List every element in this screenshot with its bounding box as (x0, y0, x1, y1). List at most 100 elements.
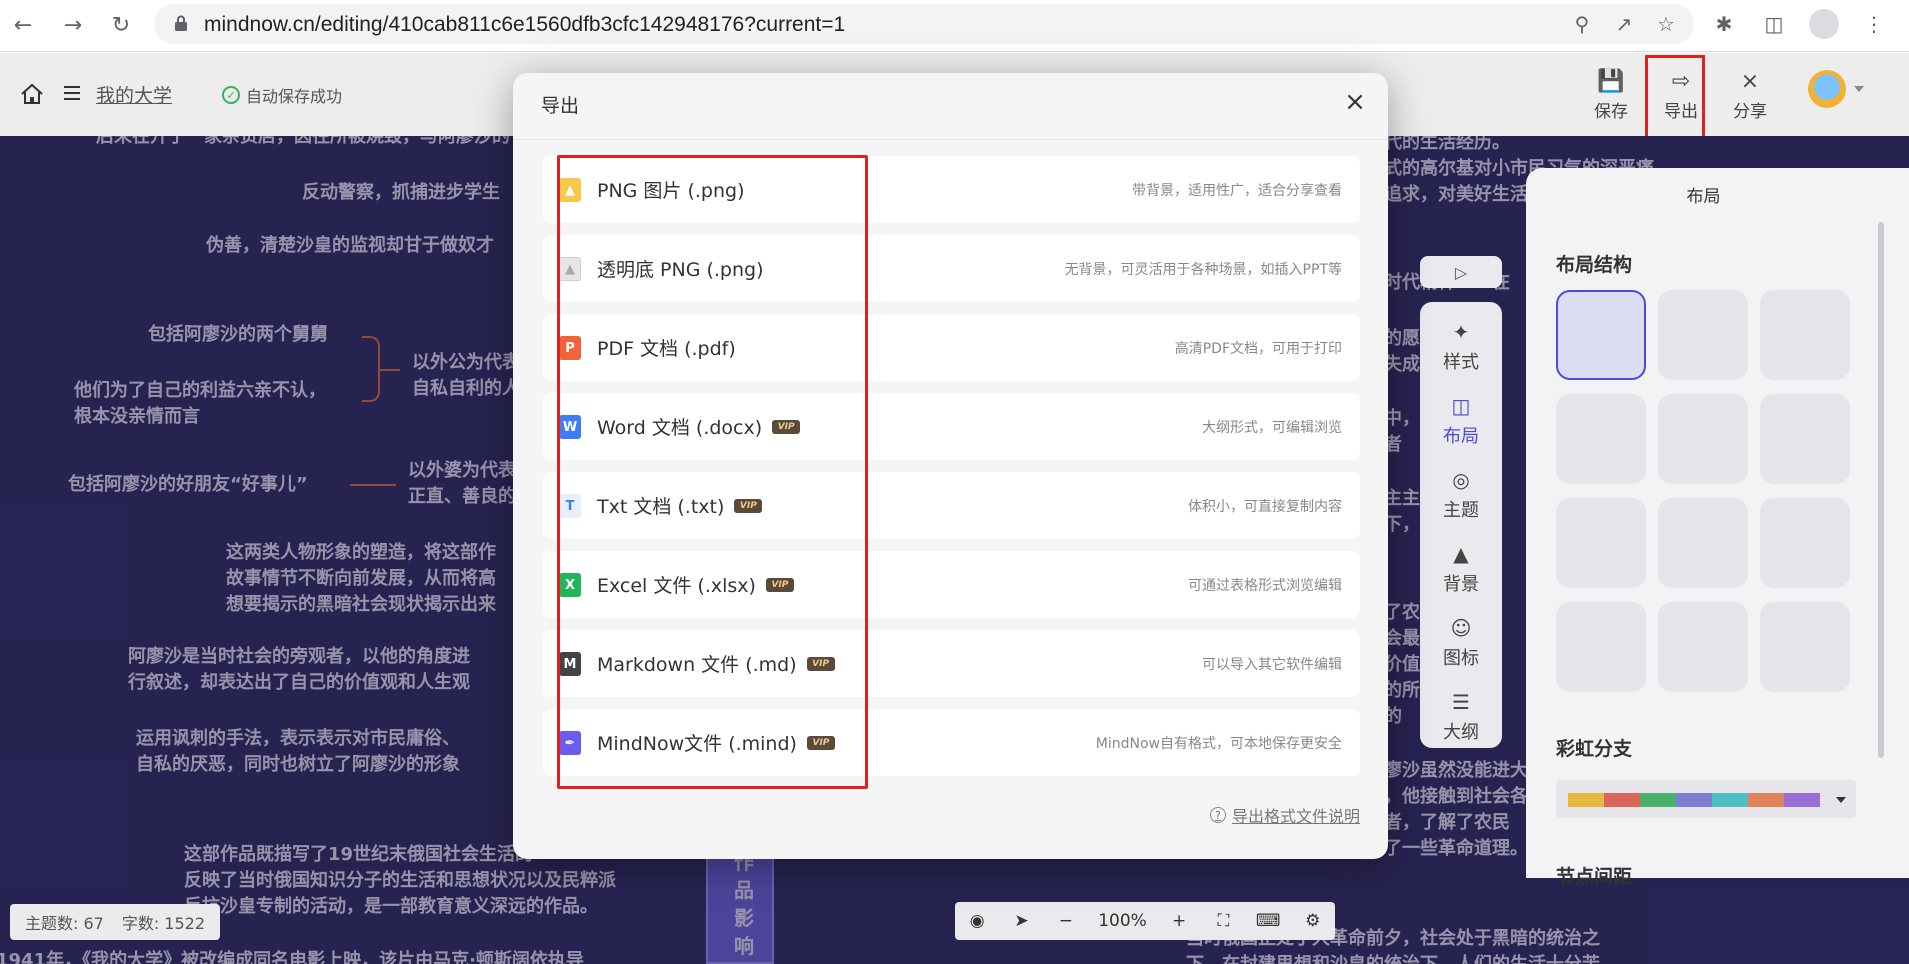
dialog-title: 导出 (541, 95, 580, 117)
toolbar-label: 背景 (1443, 574, 1479, 595)
browser-chrome: ← → ↻ mindnow.cn/editing/410cab811c6e156… (0, 0, 1909, 52)
toolbar-label: 图标 (1443, 648, 1479, 669)
share-icon: ⨯ (1740, 68, 1760, 94)
toolbar-item-background[interactable]: ▲ 背景 (1420, 538, 1502, 608)
layout-option-circle[interactable] (1760, 498, 1850, 588)
collapse-icon: ▷ (1454, 262, 1468, 282)
layout-option-mindmap[interactable] (1556, 290, 1646, 380)
rainbow-color-bar (1568, 793, 1820, 807)
option-description: 可以导入其它软件编辑 (1202, 657, 1342, 673)
keyboard-icon[interactable]: ⌨ (1256, 911, 1281, 931)
toolbar-label: 主题 (1443, 500, 1479, 521)
help-icon: ? (1209, 807, 1226, 823)
save-label: 保存 (1594, 102, 1628, 122)
panel-title: 布局 (1686, 187, 1721, 207)
address-bar[interactable]: mindnow.cn/editing/410cab811c6e1560dfb3c… (154, 4, 1694, 44)
layout-option-radial[interactable] (1658, 498, 1748, 588)
rainbow-branch-select[interactable] (1556, 780, 1856, 818)
zoom-toolbar: ◉ ➤ − 100% + ⛶ ⌨ ⚙ (955, 902, 1335, 940)
export-help-link[interactable]: ? 导出格式文件说明 (1209, 803, 1360, 827)
share-button[interactable]: ⨯ 分享 (1722, 65, 1778, 129)
profile-icon[interactable] (1809, 9, 1839, 39)
toolbar-item-style[interactable]: ✦ 样式 (1420, 316, 1502, 386)
toolbar-item-theme[interactable]: ◎ 主题 (1420, 464, 1502, 534)
layout-option-right[interactable] (1658, 290, 1748, 380)
autosave-status: ✓ 自动保存成功 (222, 83, 342, 107)
rainbow-swatch (1712, 793, 1748, 807)
layout-icon: ◫ (1451, 394, 1471, 418)
emoji-icon: ☺ (1450, 616, 1472, 640)
node-spacing-heading: 节点间距 (1556, 866, 1633, 888)
toolbar-item-layout[interactable]: ◫ 布局 (1420, 390, 1502, 460)
option-description: MindNow自有格式，可本地保存更安全 (1095, 736, 1342, 752)
save-icon: 💾 (1597, 68, 1625, 94)
doc-title[interactable]: 我的大学 (96, 81, 172, 108)
topic-count: 主题数: 67 (24, 914, 104, 933)
panel-scrollbar[interactable] (1878, 222, 1884, 758)
layout-option-linear[interactable] (1760, 602, 1850, 692)
autosave-text: 自动保存成功 (246, 87, 343, 106)
toolbar-item-outline[interactable]: ☰ 大纲 (1420, 686, 1502, 756)
style-icon: ✦ (1452, 320, 1470, 344)
export-highlight-box (1645, 55, 1705, 139)
extensions-icon[interactable]: ✱ (1709, 9, 1739, 39)
forward-arrow-icon[interactable]: → (56, 8, 90, 42)
rainbow-swatch (1748, 793, 1784, 807)
settings-icon[interactable]: ⚙ (1301, 911, 1325, 931)
theme-icon: ◎ (1452, 468, 1470, 492)
chevron-down-icon (1836, 797, 1846, 803)
avatar[interactable] (1808, 70, 1846, 108)
toolbar-item-icon[interactable]: ☺ 图标 (1420, 612, 1502, 682)
fullscreen-icon[interactable]: ⛶ (1212, 911, 1236, 931)
browser-menu-icon[interactable]: ⋮ (1859, 9, 1889, 39)
layout-option-fishbone[interactable] (1760, 290, 1850, 380)
collapse-panel-button[interactable]: ▷ (1420, 256, 1502, 288)
layout-option-org-down[interactable] (1556, 394, 1646, 484)
bookmark-star-icon[interactable]: ☆ (1652, 12, 1680, 36)
back-arrow-icon[interactable]: ← (6, 8, 40, 42)
layout-option-timeline[interactable] (1556, 498, 1646, 588)
rainbow-swatch (1676, 793, 1712, 807)
zoom-out-button[interactable]: − (1054, 911, 1078, 931)
share-page-icon[interactable]: ↗ (1610, 12, 1638, 36)
mouse-mode-icon[interactable]: ◉ (965, 911, 989, 931)
export-dialog: 导出 × ▲ PNG 图片 (.png) 带背景，适用性广，适合分享查看 ▲ 透… (513, 73, 1388, 859)
divider (513, 139, 1388, 140)
sidepanel-icon[interactable]: ◫ (1759, 9, 1789, 39)
reload-icon[interactable]: ↻ (104, 8, 138, 42)
home-icon[interactable] (20, 83, 44, 105)
option-description: 带背景，适用性广，适合分享查看 (1132, 183, 1342, 199)
word-count: 字数: 1522 (121, 914, 206, 933)
rainbow-swatch (1604, 793, 1640, 807)
rainbow-swatch (1640, 793, 1676, 807)
zoom-in-button[interactable]: + (1167, 911, 1191, 931)
background-icon: ▲ (1453, 542, 1469, 566)
layout-option-tree-down[interactable] (1658, 394, 1748, 484)
lock-icon (175, 15, 187, 31)
toolbar-label: 样式 (1443, 352, 1479, 373)
layout-option-tree-right[interactable] (1760, 394, 1850, 484)
share-label: 分享 (1733, 102, 1767, 122)
layout-option-wave[interactable] (1556, 602, 1646, 692)
close-icon[interactable]: × (1340, 87, 1370, 117)
option-description: 高清PDF文档，可用于打印 (1174, 341, 1342, 357)
toolbar-label: 大纲 (1443, 722, 1479, 743)
option-description: 可通过表格形式浏览编辑 (1188, 578, 1342, 594)
toolbar-label: 布局 (1443, 426, 1479, 447)
rainbow-branch-heading: 彩虹分支 (1556, 738, 1633, 760)
save-button[interactable]: 💾 保存 (1583, 65, 1639, 129)
locate-icon[interactable]: ➤ (1010, 911, 1034, 931)
option-description: 大纲形式，可编辑浏览 (1202, 420, 1342, 436)
layout-option-network[interactable] (1658, 602, 1748, 692)
url-text[interactable]: mindnow.cn/editing/410cab811c6e1560dfb3c… (204, 13, 845, 37)
options-highlight-box (557, 155, 868, 789)
menu-icon[interactable] (64, 86, 80, 100)
option-description: 无背景，可灵活用于各种场景，如插入PPT等 (1064, 262, 1342, 278)
rainbow-swatch (1784, 793, 1820, 807)
zoom-icon[interactable]: ⚲ (1568, 12, 1596, 36)
stats-box: 主题数: 67 字数: 1522 (10, 904, 220, 940)
rainbow-swatch (1568, 793, 1604, 807)
option-description: 体积小，可直接复制内容 (1188, 499, 1342, 515)
chevron-down-icon[interactable] (1854, 86, 1864, 92)
help-link-text[interactable]: 导出格式文件说明 (1232, 803, 1360, 827)
